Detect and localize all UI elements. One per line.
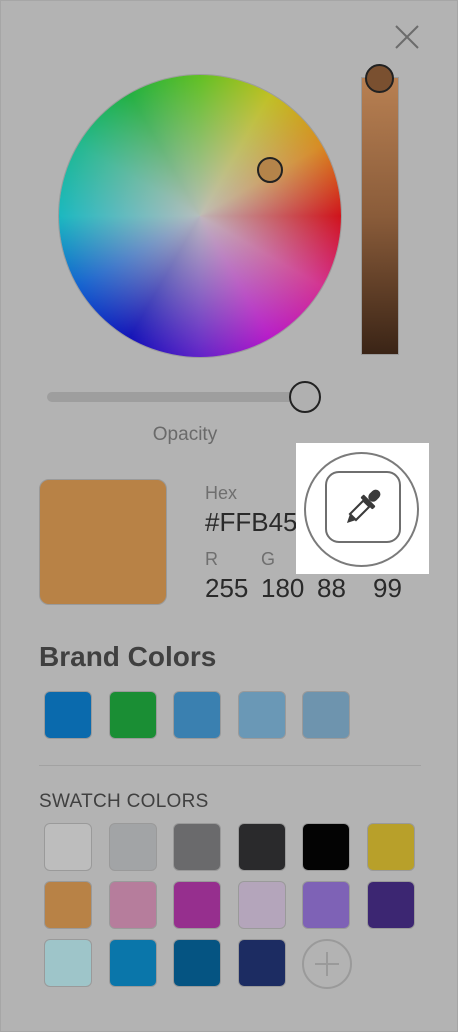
eyedropper-button[interactable] xyxy=(325,471,401,543)
blue-input[interactable]: 88 xyxy=(317,573,346,604)
swatch-color[interactable] xyxy=(366,881,415,929)
swatch-color[interactable] xyxy=(44,939,92,987)
close-icon[interactable] xyxy=(393,23,421,51)
swatch-color[interactable] xyxy=(302,823,350,871)
swatch-color[interactable] xyxy=(108,939,157,987)
swatch-color[interactable] xyxy=(108,881,157,929)
current-color-preview xyxy=(39,479,167,605)
color-wheel[interactable] xyxy=(59,75,341,357)
green-label: G xyxy=(261,549,276,569)
swatch-color[interactable] xyxy=(237,881,286,929)
red-input[interactable]: 255 xyxy=(205,573,248,604)
plus-icon xyxy=(315,952,339,976)
green-input[interactable]: 180 xyxy=(261,573,304,604)
swatch-color[interactable] xyxy=(173,823,221,871)
swatch-color[interactable] xyxy=(44,881,92,929)
opacity-slider-track[interactable] xyxy=(47,392,305,402)
add-swatch-button[interactable] xyxy=(302,939,352,989)
swatch-color[interactable] xyxy=(302,881,350,929)
opacity-slider-handle[interactable] xyxy=(289,381,321,413)
swatch-color[interactable] xyxy=(173,881,221,929)
brightness-slider-handle[interactable] xyxy=(365,64,394,93)
divider xyxy=(39,765,421,766)
hex-label: Hex xyxy=(205,483,238,503)
swatch-colors-title: SWATCH COLORS xyxy=(39,791,209,812)
brand-color-swatch[interactable] xyxy=(44,691,92,739)
swatch-color[interactable] xyxy=(173,939,221,987)
brand-colors-title: Brand Colors xyxy=(39,641,217,672)
color-wheel-handle[interactable] xyxy=(257,157,283,183)
swatch-color[interactable] xyxy=(237,939,286,987)
brand-color-swatch[interactable] xyxy=(237,691,286,739)
brightness-slider[interactable] xyxy=(361,77,399,355)
brand-color-swatch[interactable] xyxy=(173,691,221,739)
swatch-color[interactable] xyxy=(366,823,415,871)
brand-color-swatch[interactable] xyxy=(108,691,157,739)
brand-color-swatch[interactable] xyxy=(302,691,350,739)
swatch-color[interactable] xyxy=(44,823,92,871)
eyedropper-icon xyxy=(346,489,381,524)
color-picker-panel: Opacity Hex #FFB458 R G B A 255 180 88 9… xyxy=(0,0,458,1032)
swatch-color[interactable] xyxy=(108,823,157,871)
red-label: R xyxy=(205,549,218,569)
swatch-color[interactable] xyxy=(237,823,286,871)
alpha-input[interactable]: 99 xyxy=(373,573,402,604)
